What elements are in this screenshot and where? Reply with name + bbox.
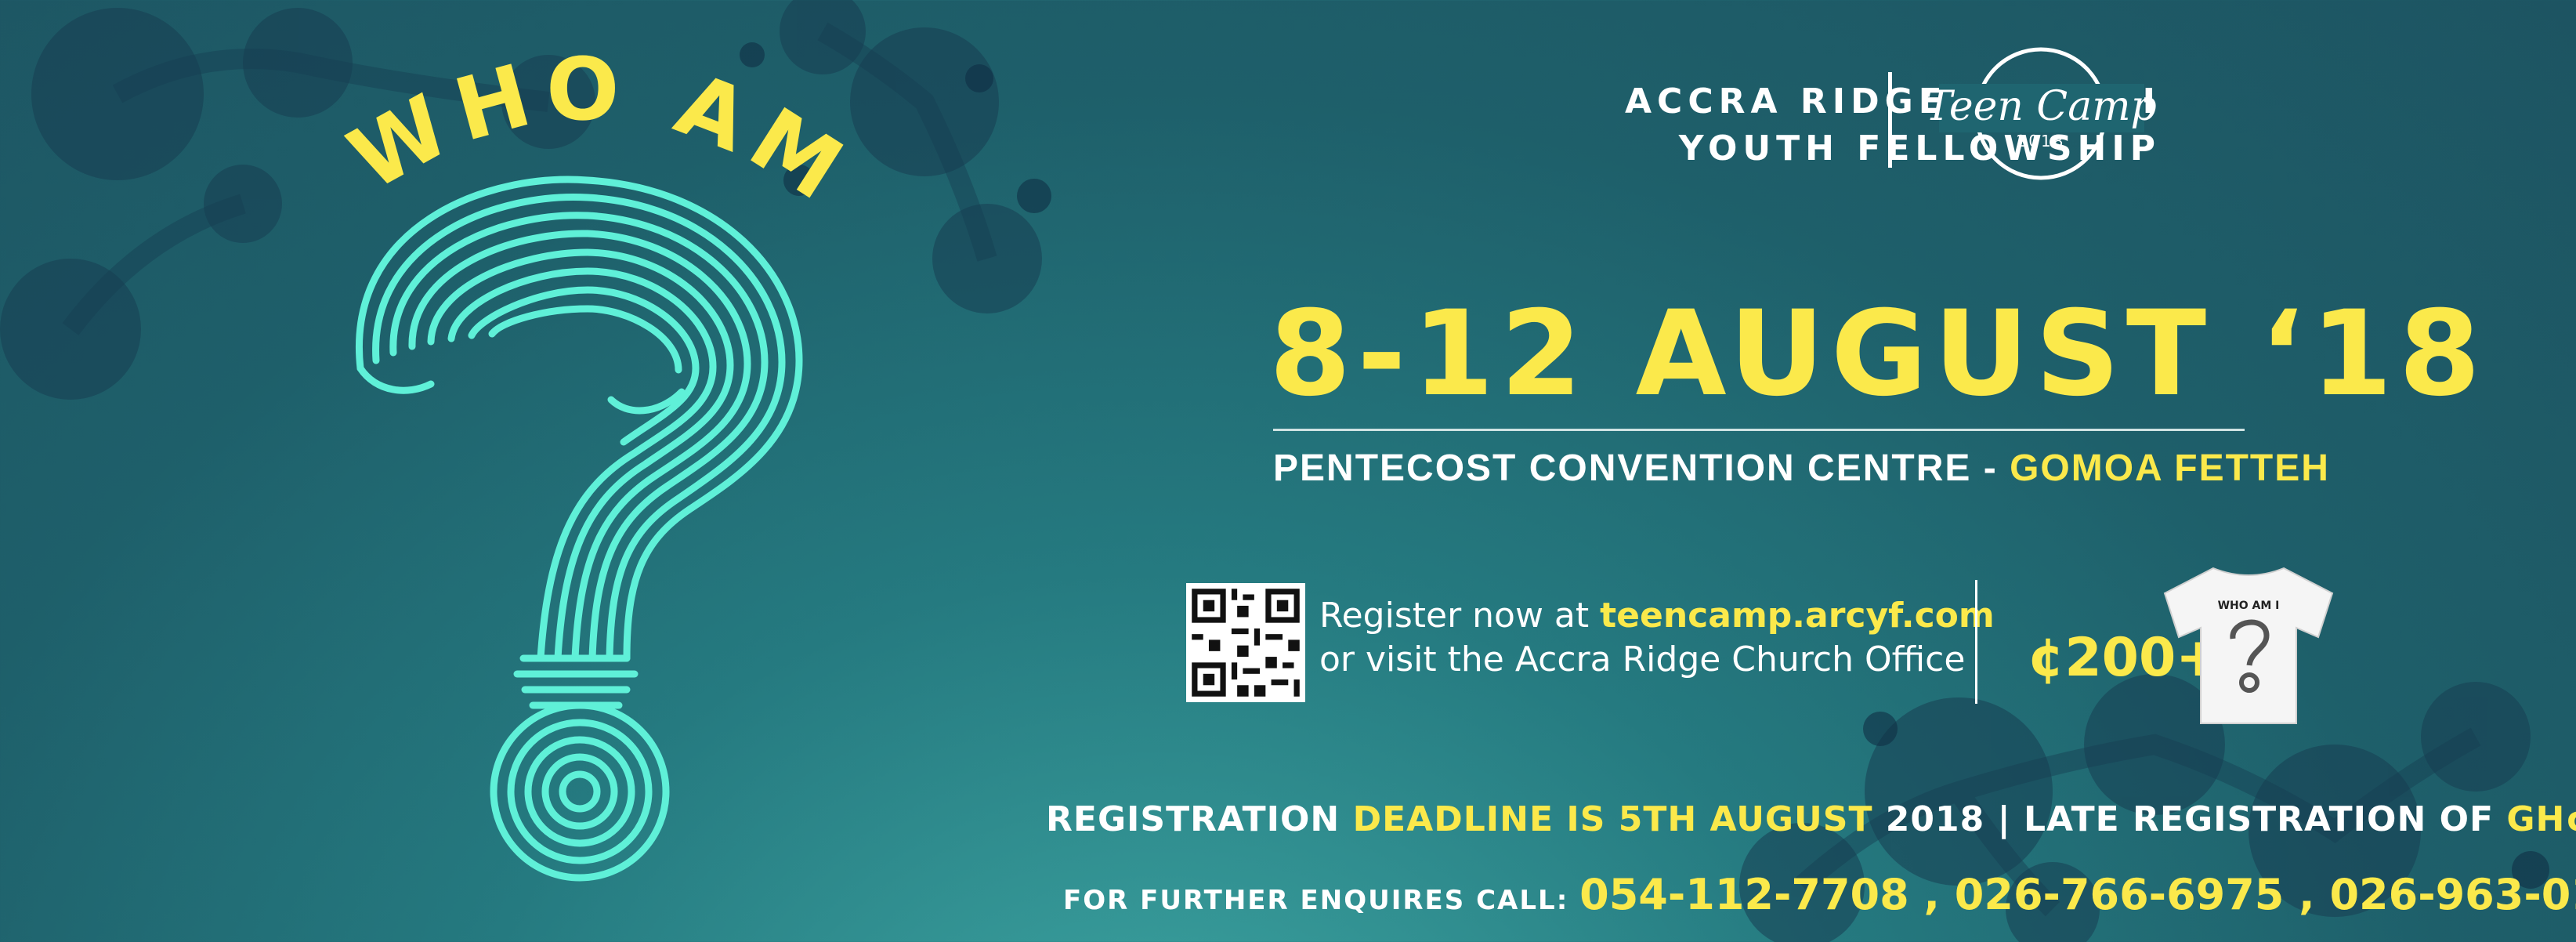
- svg-text:Teen Camp: Teen Camp: [1925, 83, 2157, 130]
- deadline-part-1: REGISTRATION: [1046, 799, 1353, 839]
- teen-camp-logo: Teen Camp 2018: [1925, 47, 2157, 180]
- office-visit-text: or visit the Accra Ridge Church Office: [1319, 639, 1966, 679]
- svg-text:2018: 2018: [2017, 132, 2066, 150]
- register-prefix: Register now at: [1319, 596, 1601, 636]
- svg-text:WHO AM I: WHO AM I: [2218, 600, 2280, 612]
- registration-info: Register now at teencamp.arcyf.com or vi…: [1319, 594, 1995, 682]
- tshirt-image: WHO AM I: [2163, 567, 2334, 724]
- registration-deadline: REGISTRATION DEADLINE IS 5TH AUGUST 2018…: [1046, 799, 2576, 839]
- registration-url-link[interactable]: teencamp.arcyf.com: [1600, 596, 1995, 636]
- enquiry-contact: FOR FURTHER ENQUIRES CALL: 054-112-7708 …: [1063, 870, 2576, 919]
- deadline-part-3: 2018 | LATE REGISTRATION OF: [1872, 799, 2507, 839]
- price-divider: [1975, 580, 1977, 704]
- late-fee: GH¢ 300: [2506, 799, 2576, 839]
- phone-numbers[interactable]: 054-112-7708 , 026-766-6975 , 026-963-01…: [1579, 870, 2576, 919]
- date-underline: [1273, 429, 2245, 431]
- deadline-part-2: DEADLINE IS 5TH AUGUST: [1352, 799, 1873, 839]
- fingerprint-question-mark-icon: [356, 176, 803, 882]
- registration-qr-code[interactable]: [1186, 583, 1305, 702]
- header-divider: [1888, 72, 1892, 168]
- enquiry-label: FOR FURTHER ENQUIRES CALL:: [1063, 885, 1580, 916]
- venue-location: GOMOA FETTEH: [2010, 447, 2330, 489]
- venue-name: PENTECOST CONVENTION CENTRE -: [1273, 447, 2010, 489]
- event-venue: PENTECOST CONVENTION CENTRE - GOMOA FETT…: [1273, 447, 2330, 490]
- event-dates: 8-12 AUGUST ‘18: [1269, 286, 2487, 422]
